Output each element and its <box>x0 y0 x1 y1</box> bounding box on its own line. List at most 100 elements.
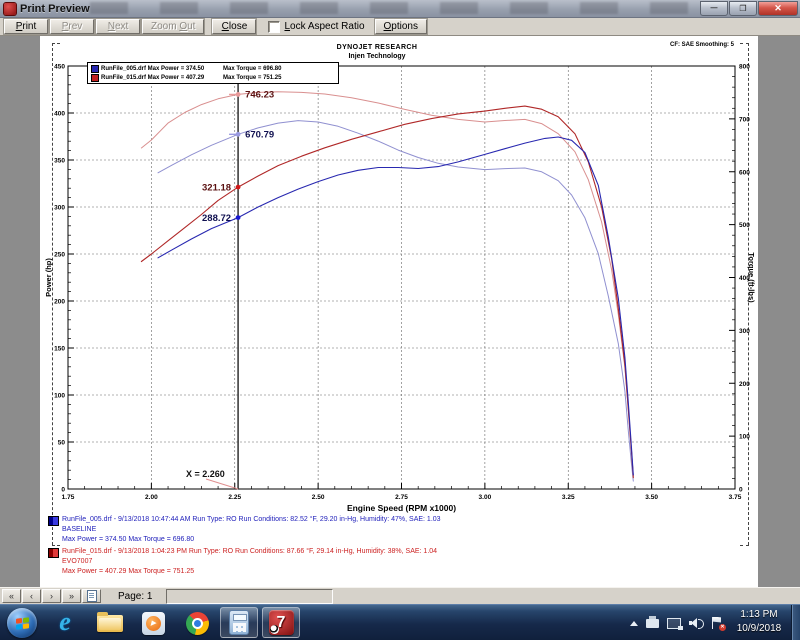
action-center-icon[interactable]: ✕ <box>711 616 726 631</box>
taskbar-item-media-player[interactable] <box>140 611 166 635</box>
dyno-app-icon: 7 <box>268 610 294 635</box>
taskbar-item-chrome[interactable] <box>184 611 210 635</box>
screen: Print Preview Print Prev Next Zoom Out C… <box>0 0 800 640</box>
minimize-button[interactable] <box>700 1 728 16</box>
status-field <box>166 588 334 604</box>
svg-text:150: 150 <box>54 346 65 353</box>
svg-text:350: 350 <box>54 158 65 165</box>
internet-explorer-icon <box>59 611 71 635</box>
media-player-icon <box>141 611 165 635</box>
legend-row: RunFile_005.drf Max Power = 374.50 Max T… <box>91 64 335 73</box>
dyno-chart: 1.75 2.00 2.25 2.50 2.75 3.00 3.25 3.50 3.750501… <box>44 64 756 514</box>
svg-text:746.23: 746.23 <box>245 90 274 101</box>
app-icon <box>4 2 16 15</box>
start-button[interactable] <box>7 608 37 638</box>
svg-text:Torque (ft-lbs): Torque (ft-lbs) <box>747 252 756 303</box>
legend-swatch-blue <box>91 64 99 73</box>
svg-text:288.72: 288.72 <box>202 213 231 224</box>
svg-text:3.25: 3.25 <box>562 494 575 501</box>
last-page-button[interactable]: » <box>62 589 81 603</box>
taskbar-item-explorer[interactable] <box>97 611 123 635</box>
goto-page-button[interactable] <box>82 589 101 603</box>
restore-button[interactable] <box>729 1 757 16</box>
page-number-label: Page: 1 <box>118 590 153 602</box>
action-center-alert-icon: ✕ <box>719 623 726 631</box>
svg-text:600: 600 <box>739 169 750 176</box>
svg-text:670.79: 670.79 <box>245 130 274 141</box>
svg-text:321.18: 321.18 <box>202 182 231 193</box>
svg-text:2.50: 2.50 <box>312 494 325 501</box>
svg-text:300: 300 <box>54 205 65 212</box>
svg-text:1.75: 1.75 <box>62 494 75 501</box>
svg-text:2.00: 2.00 <box>145 494 158 501</box>
svg-text:0: 0 <box>739 487 743 494</box>
calculator-icon <box>229 610 249 635</box>
cursor-x-label: X = 2.260 <box>186 469 225 479</box>
svg-text:100: 100 <box>739 434 750 441</box>
legend-swatch-red <box>91 73 99 82</box>
taskbar-item-dyno-app[interactable]: 7 <box>262 607 300 638</box>
svg-text:3.75: 3.75 <box>729 494 742 501</box>
legend-row: RunFile_015.drf Max Power = 407.29 Max T… <box>91 73 335 82</box>
svg-text:0: 0 <box>61 487 65 494</box>
close-preview-button[interactable]: Close <box>212 19 257 34</box>
pager-bar: « ‹ › » Page: 1 <box>0 587 800 604</box>
volume-tray-icon[interactable] <box>689 617 704 629</box>
system-tray: ✕ <box>630 605 726 640</box>
taskbar-item-calculator[interactable] <box>220 607 258 638</box>
svg-text:2.25: 2.25 <box>228 494 241 501</box>
svg-text:50: 50 <box>58 440 66 447</box>
first-page-button[interactable]: « <box>2 589 21 603</box>
run-info-evo7007: RunFile_015.drf - 9/13/2018 1:04:23 PM R… <box>48 547 437 577</box>
printer-tray-icon[interactable] <box>646 615 659 628</box>
svg-text:200: 200 <box>739 381 750 388</box>
lock-aspect-ratio-label: Lock Aspect Ratio <box>284 21 365 32</box>
clock-time: 1:13 PM <box>740 609 778 620</box>
svg-text:700: 700 <box>739 116 750 123</box>
svg-text:200: 200 <box>54 299 65 306</box>
tray-expand-icon[interactable] <box>630 620 638 626</box>
next-page-button[interactable]: › <box>42 589 61 603</box>
windows-flag-icon <box>15 616 29 630</box>
next-button[interactable]: Next <box>96 19 140 34</box>
svg-text:3.00: 3.00 <box>479 494 492 501</box>
preview-area: DYNOJET RESEARCH Injen Technology CF: SA… <box>0 36 800 587</box>
svg-text:400: 400 <box>54 111 65 118</box>
prev-page-button[interactable]: ‹ <box>22 589 41 603</box>
svg-text:800: 800 <box>739 64 750 71</box>
taskbar-item-internet-explorer[interactable] <box>52 611 78 635</box>
background-window-ghost <box>90 2 690 14</box>
svg-text:300: 300 <box>739 328 750 335</box>
zoom-out-button[interactable]: Zoom Out <box>142 19 205 34</box>
chart-legend: RunFile_005.drf Max Power = 374.50 Max T… <box>87 62 339 84</box>
svg-text:250: 250 <box>54 252 65 259</box>
prev-button[interactable]: Prev <box>50 19 94 34</box>
svg-text:3.50: 3.50 <box>645 494 658 501</box>
svg-text:Power (hp): Power (hp) <box>44 258 53 297</box>
lock-aspect-ratio-checkbox[interactable] <box>268 20 281 33</box>
run-info-baseline: RunFile_005.drf - 9/13/2018 10:47:44 AM … <box>48 515 441 545</box>
show-desktop-button[interactable] <box>791 605 800 640</box>
svg-text:2.75: 2.75 <box>395 494 408 501</box>
print-preview-toolbar: Print Prev Next Zoom Out Close Lock Aspe… <box>0 18 800 36</box>
taskbar: 7 ✕ 1:13 PM 10/9/2018 <box>0 604 800 640</box>
clock-date: 10/9/2018 <box>736 623 782 634</box>
svg-text:100: 100 <box>54 393 65 400</box>
svg-text:450: 450 <box>54 64 65 71</box>
print-button[interactable]: Print <box>4 19 48 34</box>
window-title: Print Preview <box>20 2 90 15</box>
window-titlebar: Print Preview <box>0 0 800 18</box>
report-page: DYNOJET RESEARCH Injen Technology CF: SA… <box>40 36 758 587</box>
page-icon <box>86 590 97 602</box>
chrome-icon <box>185 611 209 635</box>
options-button[interactable]: Options <box>374 19 427 34</box>
run-swatch-red <box>48 548 59 558</box>
close-window-button[interactable] <box>758 1 798 16</box>
taskbar-clock[interactable]: 1:13 PM 10/9/2018 <box>728 608 790 636</box>
svg-text:500: 500 <box>739 222 750 229</box>
network-tray-icon[interactable] <box>667 617 683 630</box>
folder-icon <box>97 611 123 632</box>
lock-aspect-ratio-control[interactable]: Lock Aspect Ratio <box>268 20 365 33</box>
run-swatch-blue <box>48 516 59 526</box>
svg-text:Engine Speed (RPM x1000): Engine Speed (RPM x1000) <box>347 503 456 513</box>
